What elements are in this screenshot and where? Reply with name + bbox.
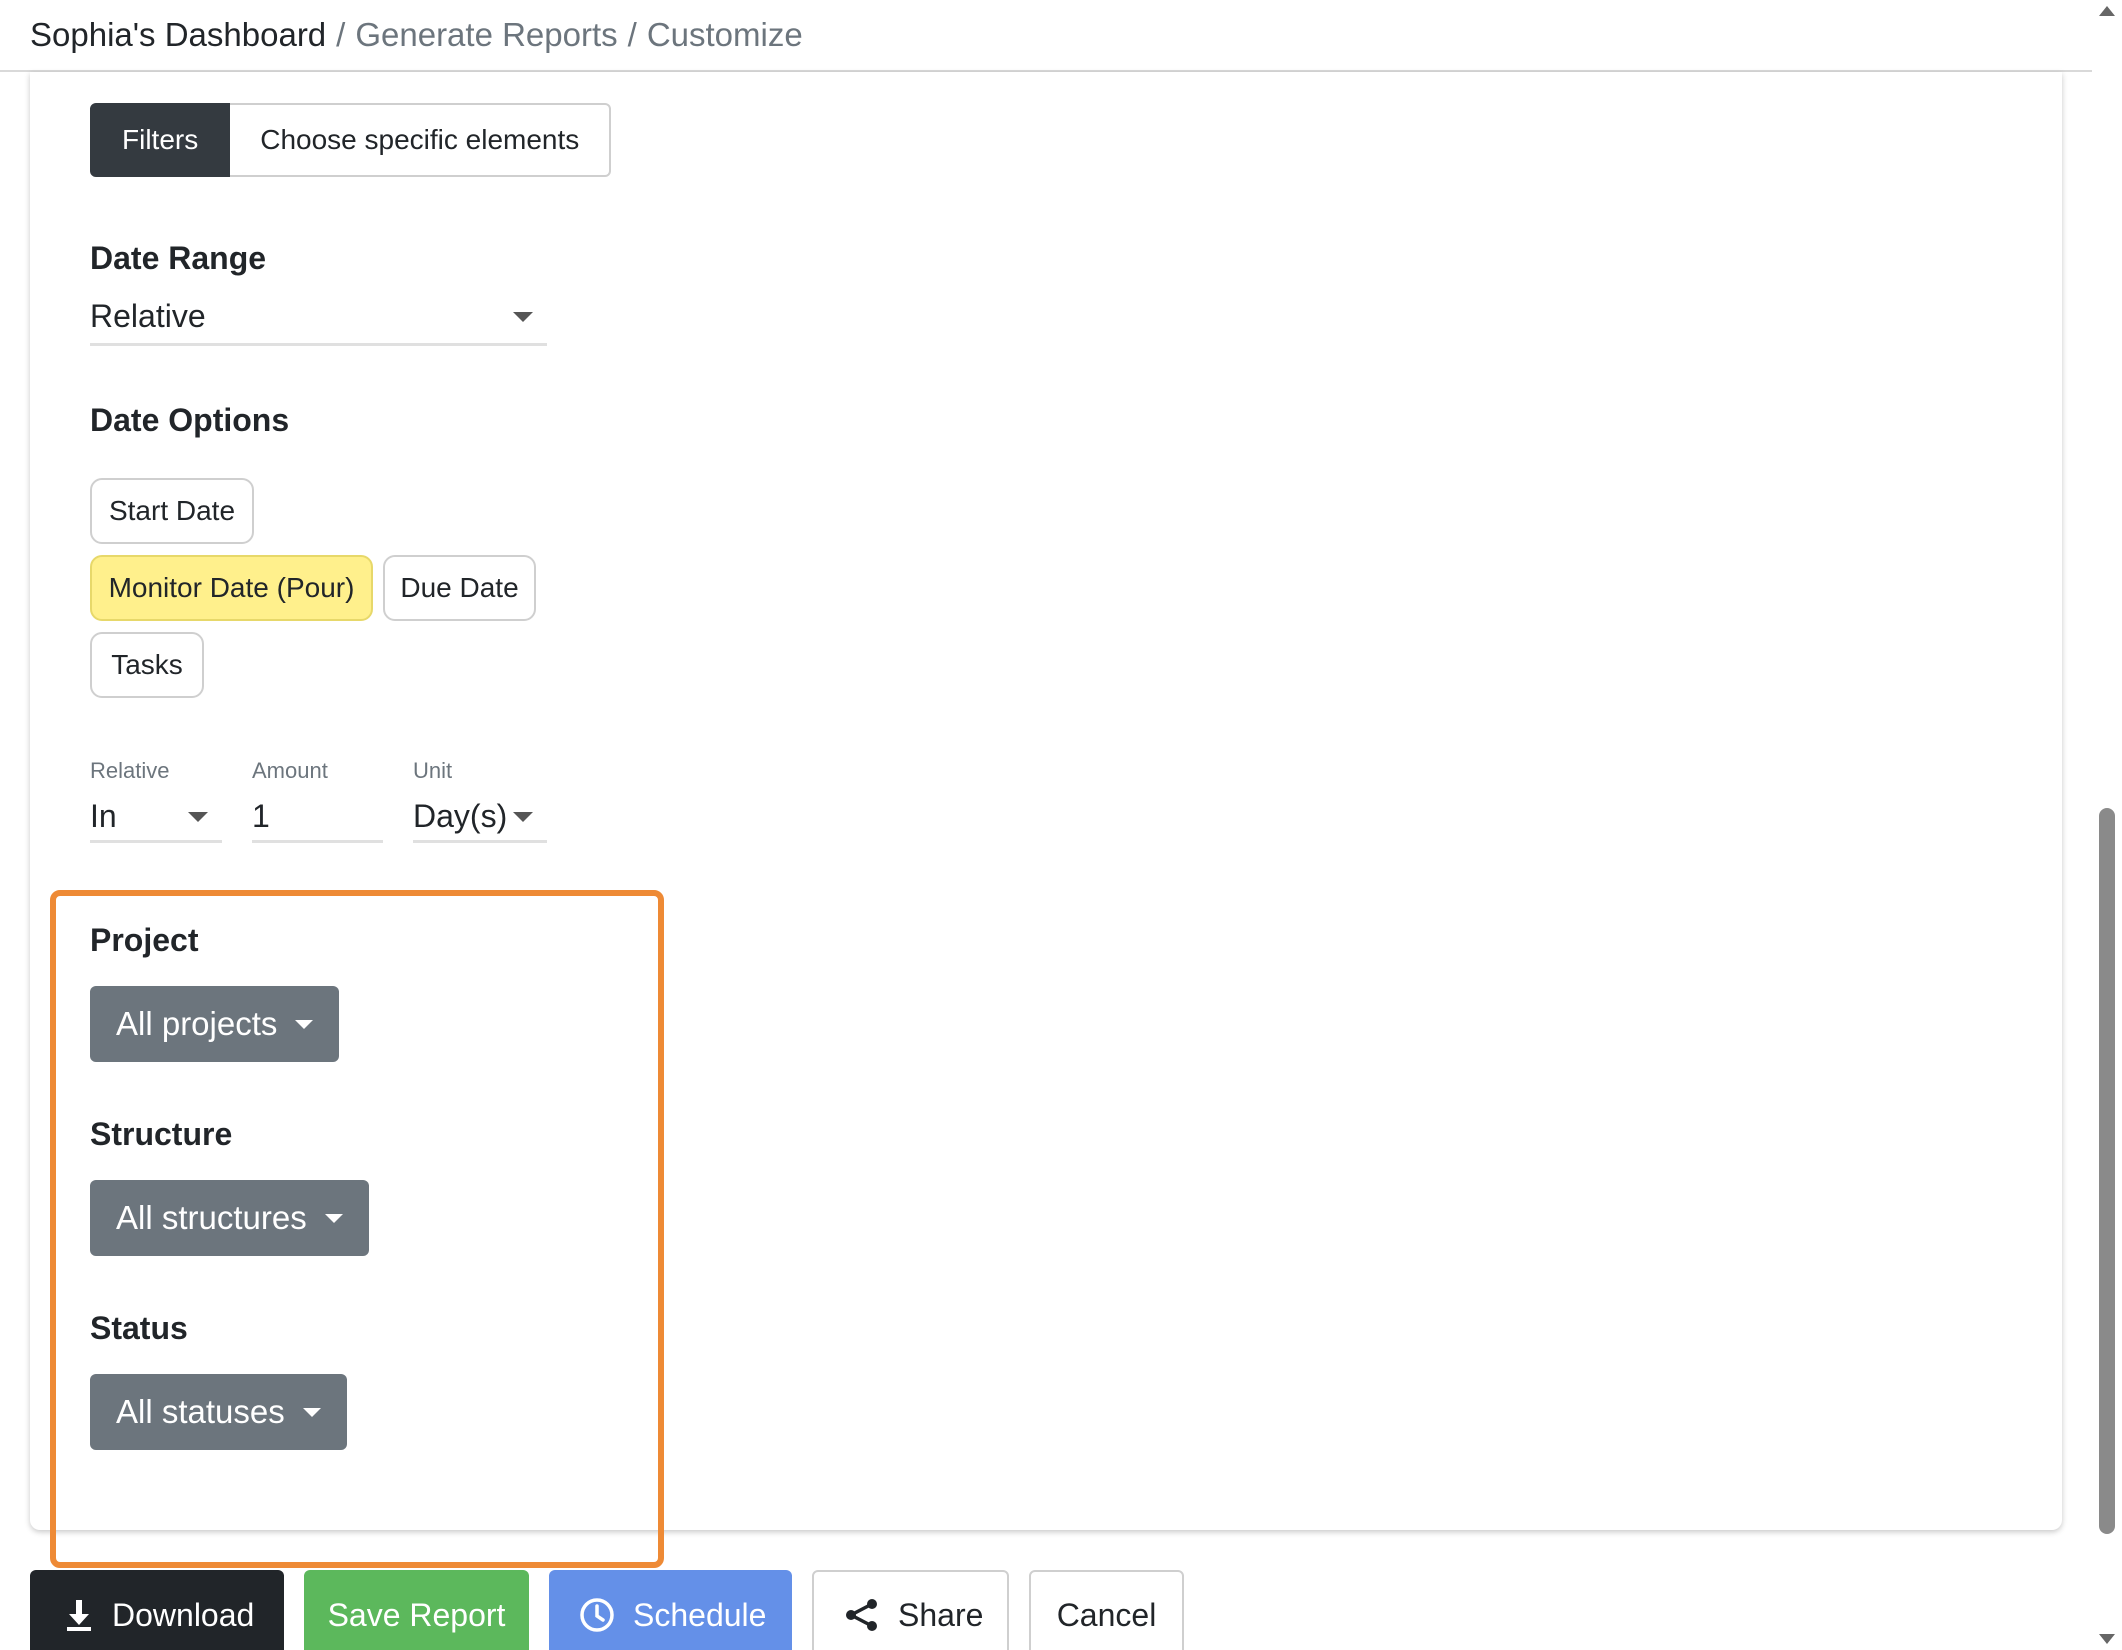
download-icon <box>64 1598 94 1632</box>
choose-elements-tab[interactable]: Choose specific elements <box>230 103 612 177</box>
unit-select[interactable]: Day(s) <box>413 793 547 843</box>
scrollbar[interactable] <box>2092 0 2122 1650</box>
chevron-down-icon <box>188 811 208 822</box>
date-options-label: Date Options <box>90 402 290 438</box>
status-label: Status <box>90 1310 188 1346</box>
chevron-down-icon <box>513 811 533 822</box>
breadcrumb: Sophia's Dashboard / Generate Reports / … <box>0 0 2092 72</box>
save-report-label: Save Report <box>327 1596 506 1633</box>
chip-tasks[interactable]: Tasks <box>90 632 204 698</box>
schedule-label: Schedule <box>633 1596 767 1633</box>
chevron-down-icon <box>513 311 533 322</box>
cancel-button[interactable]: Cancel <box>1029 1570 1184 1650</box>
mode-toggle: Filters Choose specific elements <box>90 103 612 177</box>
structure-dropdown[interactable]: All structures <box>90 1180 369 1256</box>
breadcrumb-separator: / <box>627 16 637 53</box>
filters-tab[interactable]: Filters <box>90 103 231 177</box>
download-button[interactable]: Download <box>30 1570 284 1650</box>
customize-card: Filters Choose specific elements Date Ra… <box>30 72 2062 1568</box>
caret-down-icon <box>302 1407 321 1417</box>
breadcrumb-dashboard[interactable]: Sophia's Dashboard <box>30 16 326 54</box>
breadcrumb-generate-reports[interactable]: Generate Reports <box>355 16 617 54</box>
cancel-label: Cancel <box>1056 1596 1157 1633</box>
project-dropdown[interactable]: All projects <box>90 986 340 1062</box>
scroll-down-arrow-icon[interactable] <box>2099 1634 2115 1644</box>
download-label: Download <box>112 1596 255 1633</box>
breadcrumb-separator: / <box>336 16 346 53</box>
structure-value: All structures <box>116 1199 307 1236</box>
scroll-thumb[interactable] <box>2099 808 2115 1534</box>
status-value: All statuses <box>116 1393 285 1430</box>
date-range-label: Date Range <box>90 240 267 276</box>
date-range-value: Relative <box>90 298 206 334</box>
chip-monitor-date[interactable]: Monitor Date (Pour) <box>90 555 373 621</box>
schedule-button[interactable]: Schedule <box>549 1570 792 1650</box>
relative-value: In <box>90 798 117 834</box>
unit-label: Unit <box>413 758 453 783</box>
save-report-button[interactable]: Save Report <box>304 1570 529 1650</box>
scroll-up-arrow-icon[interactable] <box>2099 6 2115 16</box>
relative-select[interactable]: In <box>90 793 222 843</box>
date-range-select[interactable]: Relative <box>90 290 547 346</box>
structure-label: Structure <box>90 1116 233 1152</box>
relative-label: Relative <box>90 758 170 783</box>
caret-down-icon <box>324 1213 343 1223</box>
share-label: Share <box>898 1596 984 1633</box>
caret-down-icon <box>295 1019 314 1029</box>
breadcrumb-customize: Customize <box>646 16 803 53</box>
share-icon <box>844 1597 880 1633</box>
status-dropdown[interactable]: All statuses <box>90 1374 347 1450</box>
clock-icon <box>579 1597 615 1633</box>
project-value: All projects <box>116 1005 278 1042</box>
share-button[interactable]: Share <box>812 1570 1009 1650</box>
unit-value: Day(s) <box>413 798 508 834</box>
amount-input[interactable]: 1 <box>252 793 383 843</box>
amount-label: Amount <box>252 758 328 783</box>
chip-start-date[interactable]: Start Date <box>90 478 254 544</box>
project-label: Project <box>90 922 199 958</box>
chip-due-date[interactable]: Due Date <box>383 555 536 621</box>
